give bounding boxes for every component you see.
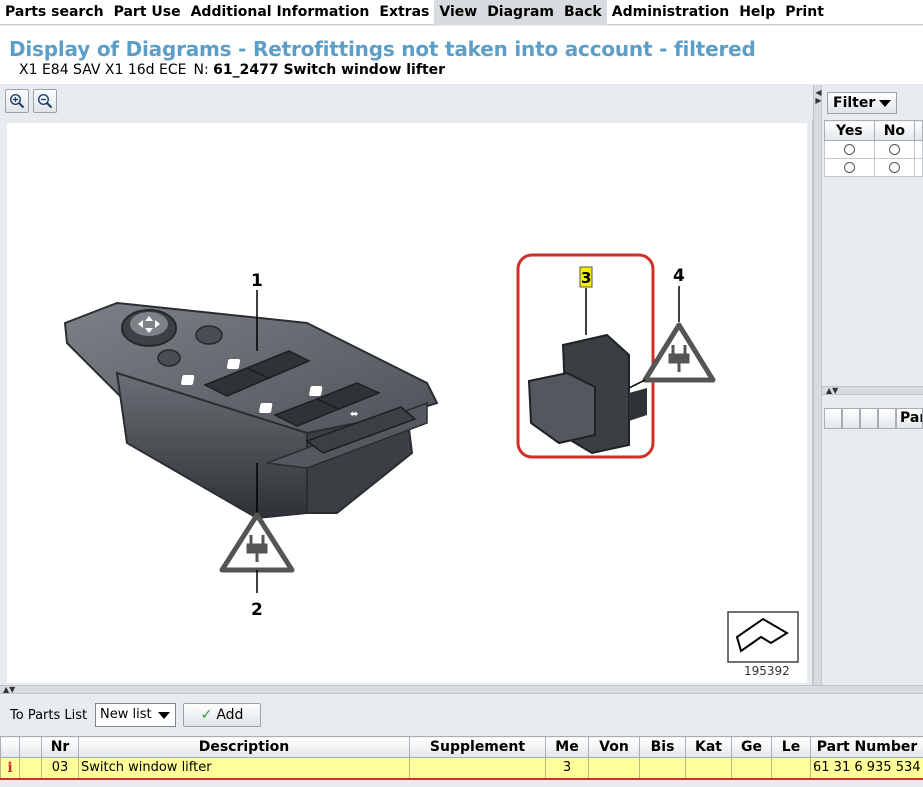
parts-table: Nr Description Supplement Me Von Bis Kat… — [0, 736, 923, 780]
col-header-supplement[interactable]: Supplement — [409, 736, 546, 758]
info-icon[interactable]: i — [0, 757, 20, 780]
cell-nr: 03 — [41, 757, 79, 780]
cell-le — [771, 757, 811, 780]
filter-radio-yes[interactable] — [824, 158, 875, 177]
right-lower-header: Part — [822, 408, 923, 431]
menu-extras[interactable]: Extras — [374, 0, 434, 25]
right-lower-part-header[interactable]: Part — [896, 408, 923, 429]
filter-label: Filter — [833, 95, 876, 111]
menu-view[interactable]: View — [434, 0, 483, 25]
vehicle-model: X1 E84 SAV X1 16d ECE — [19, 62, 187, 78]
col-header-le[interactable]: Le — [771, 736, 811, 758]
right-lower-col — [842, 408, 860, 429]
menu-additional-information[interactable]: Additional Information — [186, 0, 375, 25]
filter-col-extra — [914, 120, 923, 141]
right-lower-col — [878, 408, 896, 429]
callout-3[interactable]: 3 — [581, 269, 591, 287]
menu-print[interactable]: Print — [780, 0, 829, 25]
right-lower-col — [860, 408, 878, 429]
col-header-kat[interactable]: Kat — [685, 736, 732, 758]
cell-kat — [685, 757, 732, 780]
col-header-description[interactable]: Description — [78, 736, 410, 758]
vehicle-info: X1 E84 SAV X1 16d ECE N: 61_2477 Switch w… — [19, 62, 445, 78]
callout-1[interactable]: 1 — [251, 271, 263, 291]
page-title: Display of Diagrams - Retrofittings not … — [9, 37, 756, 61]
right-panel-splitter[interactable]: ▲▼ — [822, 386, 923, 395]
cell-ge — [731, 757, 772, 780]
chevron-down-icon — [879, 99, 892, 107]
vertical-splitter[interactable]: ◀ ▶ — [813, 85, 822, 685]
menu-bar: Parts search Part Use Additional Informa… — [0, 0, 923, 25]
parts-list-select[interactable]: New list — [95, 703, 176, 727]
cell-flag — [19, 757, 42, 780]
cell-supplement — [409, 757, 546, 780]
cell-von — [588, 757, 640, 780]
right-panel: Filter Yes No ▲▼ Part — [822, 85, 923, 685]
diagram-navigation[interactable]: 195392 — [727, 611, 799, 678]
radio-icon — [888, 162, 900, 173]
col-header-flag[interactable] — [19, 736, 42, 758]
col-header-von[interactable]: Von — [588, 736, 640, 758]
col-header-ge[interactable]: Ge — [731, 736, 772, 758]
col-header-nr[interactable]: Nr — [41, 736, 79, 758]
radio-icon — [843, 144, 855, 155]
cell-bis — [639, 757, 686, 780]
menu-diagram[interactable]: Diagram — [482, 0, 560, 25]
diagram-n-label: N: — [193, 62, 209, 78]
zoom-in-icon — [9, 93, 25, 109]
col-header-bis[interactable]: Bis — [639, 736, 686, 758]
checkmark-icon: ✓ — [200, 707, 213, 723]
filter-radio-yes[interactable] — [824, 140, 875, 159]
filter-col-yes[interactable]: Yes — [824, 120, 875, 141]
menu-parts-search[interactable]: Parts search — [0, 0, 109, 25]
zoom-out-icon — [37, 93, 53, 109]
callout-4[interactable]: 4 — [673, 266, 685, 286]
table-row[interactable]: i 03 Switch window lifter 3 61 31 6 935 … — [0, 757, 923, 780]
to-parts-list-label: To Parts List — [10, 708, 88, 723]
filter-radio-no[interactable] — [873, 140, 916, 159]
col-header-me[interactable]: Me — [545, 736, 589, 758]
filter-cell — [914, 158, 923, 177]
zoom-toolbar — [0, 85, 813, 119]
header: Display of Diagrams - Retrofittings not … — [0, 26, 923, 84]
part-4-connector-symbol[interactable]: 4 — [628, 266, 716, 389]
cell-part-number: 61 31 6 935 534 — [810, 757, 923, 780]
menu-help[interactable]: Help — [734, 0, 780, 25]
parts-list-select-value: New list — [100, 707, 152, 722]
filter-cell — [914, 140, 923, 159]
zoom-in-button[interactable] — [5, 89, 29, 113]
right-lower-body — [824, 430, 923, 685]
image-number: 195392 — [744, 664, 790, 678]
menu-part-use[interactable]: Part Use — [109, 0, 186, 25]
filter-radio-no[interactable] — [873, 158, 916, 177]
part-3-single-switch[interactable]: 3 — [498, 253, 655, 459]
cell-description: Switch window lifter — [78, 757, 410, 780]
diagram-illustration: ⬌ 1 2 3 4 195392 — [63, 253, 799, 678]
diagram-name: 61_2477 Switch window lifter — [213, 62, 446, 78]
horizontal-splitter[interactable]: ▲▼ — [0, 685, 923, 694]
zoom-out-button[interactable] — [33, 89, 57, 113]
col-header-info[interactable] — [0, 736, 20, 758]
menu-back[interactable]: Back — [559, 0, 607, 25]
add-button-label: Add — [216, 707, 244, 723]
diagram-panel: ⬌ 1 2 3 4 195392 — [0, 119, 813, 685]
chevron-down-icon — [158, 712, 170, 719]
callout-2[interactable]: 2 — [251, 600, 263, 620]
right-lower-col — [824, 408, 842, 429]
parts-list-controls: To Parts List New list ✓ Add — [0, 694, 923, 736]
filter-button[interactable]: Filter — [827, 92, 897, 114]
menu-administration[interactable]: Administration — [607, 0, 734, 25]
parts-table-header: Nr Description Supplement Me Von Bis Kat… — [0, 736, 923, 758]
radio-icon — [888, 144, 900, 155]
radio-icon — [843, 162, 855, 173]
diagram-canvas[interactable]: ⬌ 1 2 3 4 195392 — [7, 123, 807, 683]
filter-col-no[interactable]: No — [873, 120, 916, 141]
col-header-part-number[interactable]: Part Number — [810, 736, 923, 758]
add-button[interactable]: ✓ Add — [183, 703, 261, 727]
svg-text:⬌: ⬌ — [350, 409, 358, 420]
filter-table: Yes No — [824, 120, 923, 177]
cell-me: 3 — [545, 757, 589, 780]
part-1-switch-block[interactable]: ⬌ 1 — [63, 271, 439, 520]
